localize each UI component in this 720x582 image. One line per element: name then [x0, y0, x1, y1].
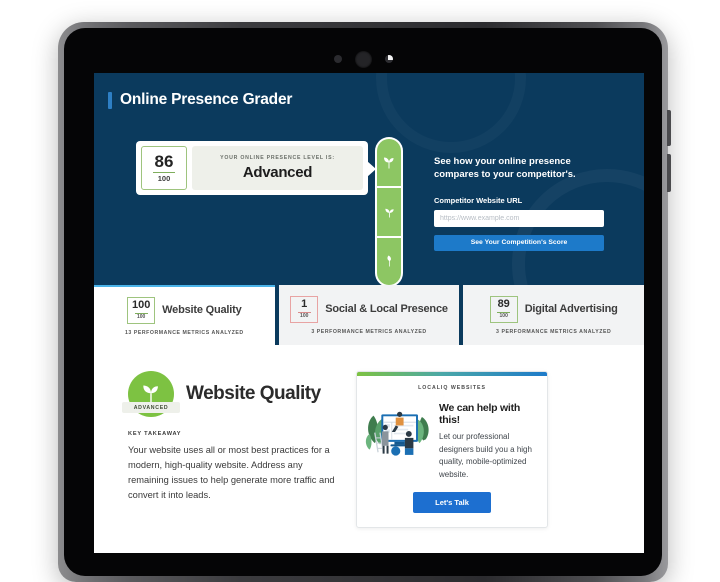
ambient-light-sensor-icon	[333, 55, 342, 63]
category-tabs: 100 100 Website Quality 13 PERFORMANCE M…	[94, 285, 644, 345]
promo-body: We can help with this! Let our professio…	[357, 396, 547, 482]
banner-arrow-icon	[367, 161, 376, 177]
promo-text: We can help with this! Let our professio…	[439, 396, 537, 482]
seedling-icon	[384, 208, 394, 218]
category-label: Digital Advertising	[524, 302, 618, 315]
overall-score-box: 86 100	[141, 146, 187, 190]
tab-content-row: 1 100 Social & Local Presence	[290, 295, 448, 323]
score-divider	[153, 172, 175, 174]
category-metrics-text: 3 PERFORMANCE METRICS ANALYZED	[311, 328, 427, 335]
promo-card: LOCALIQ WEBSITES We can help with this! …	[356, 371, 548, 528]
promo-illustration	[363, 396, 435, 482]
presence-level-eyebrow: YOUR ONLINE PRESENCE LEVEL IS:	[220, 155, 335, 161]
lets-talk-button[interactable]: Let's Talk	[413, 491, 491, 513]
app-viewport: Online Presence Grader 86 100 YOUR ONLIN…	[94, 73, 644, 553]
tab-social-local-presence[interactable]: 1 100 Social & Local Presence 3 PERFORMA…	[278, 285, 460, 345]
competitor-heading: See how your online presence compares to…	[434, 156, 576, 181]
grade-badge: ADVANCED	[122, 371, 180, 417]
category-metrics-text: 13 PERFORMANCE METRICS ANALYZED	[124, 329, 244, 336]
tab-content-row: 89 100 Digital Advertising	[489, 295, 618, 323]
device-camera-row	[64, 50, 662, 68]
competitor-url-input[interactable]	[434, 209, 604, 227]
presence-level-value: Advanced	[242, 164, 313, 181]
detail-title: Website Quality	[186, 383, 321, 404]
grade-badge-label: ADVANCED	[122, 402, 180, 413]
category-score-box: 1 100	[290, 295, 319, 323]
category-score-value: 1	[301, 298, 308, 310]
category-score-denominator: 100	[137, 314, 146, 320]
key-takeaway-body: Your website uses all or most best pract…	[128, 445, 335, 501]
tab-website-quality[interactable]: 100 100 Website Quality 13 PERFORMANCE M…	[94, 285, 275, 345]
category-score-value: 89	[497, 298, 510, 310]
overall-score-denominator: 100	[157, 174, 171, 184]
key-takeaway-label: KEY TAKEAWAY	[128, 431, 182, 437]
detail-section: ADVANCED Website Quality KEY TAKEAWAY Yo…	[94, 345, 644, 528]
category-label: Website Quality	[162, 303, 242, 316]
tab-digital-advertising[interactable]: 89 100 Digital Advertising 3 PERFORMANCE…	[463, 285, 644, 345]
tab-content-row: 100 100 Website Quality	[127, 296, 242, 324]
ladder-segment-intermediate[interactable]	[377, 188, 401, 236]
hero-header: Online Presence Grader 86 100 YOUR ONLIN…	[94, 73, 644, 285]
category-score-value: 100	[131, 299, 151, 311]
page-title: Online Presence Grader	[120, 91, 293, 108]
presence-level-panel: YOUR ONLINE PRESENCE LEVEL IS: Advanced	[192, 146, 363, 190]
overall-score-value: 86	[154, 152, 174, 172]
sprout-icon	[384, 157, 394, 169]
leaf-icon	[386, 255, 391, 267]
sprout-icon	[143, 385, 158, 403]
promo-heading: We can help with this!	[439, 402, 520, 426]
tablet-device-frame: Online Presence Grader 86 100 YOUR ONLIN…	[58, 22, 671, 582]
detail-left-column: ADVANCED Website Quality KEY TAKEAWAY Yo…	[122, 371, 338, 528]
see-competition-score-button[interactable]: See Your Competition's Score	[434, 234, 604, 251]
proximity-sensor-icon	[384, 55, 393, 63]
ladder-segment-advanced[interactable]	[377, 139, 401, 187]
ladder-segment-beginner[interactable]	[377, 237, 401, 285]
presence-level-ladder	[375, 137, 403, 285]
detail-heading-row: ADVANCED Website Quality	[122, 371, 338, 417]
category-score-box: 100 100	[127, 296, 156, 324]
competitor-comparison-panel: See how your online presence compares to…	[434, 155, 604, 251]
competitor-url-label: Competitor Website URL	[434, 195, 523, 205]
category-score-box: 89 100	[489, 295, 518, 323]
web-design-illustration-icon	[365, 411, 429, 456]
overall-score-banner: 86 100 YOUR ONLINE PRESENCE LEVEL IS: Ad…	[136, 141, 376, 195]
category-score-denominator: 100	[499, 313, 508, 319]
title-accent-bar	[108, 91, 112, 109]
promo-copy: Let our professional designers build you…	[439, 432, 532, 479]
category-score-denominator: 100	[300, 313, 309, 319]
device-screen-bezel: Online Presence Grader 86 100 YOUR ONLIN…	[64, 28, 662, 576]
category-metrics-text: 3 PERFORMANCE METRICS ANALYZED	[496, 328, 612, 335]
page-title-wrap: Online Presence Grader	[94, 73, 644, 109]
device-power-button[interactable]	[667, 154, 671, 192]
front-camera-icon	[354, 50, 372, 68]
category-label: Social & Local Presence	[325, 302, 448, 315]
device-volume-button[interactable]	[667, 110, 671, 146]
promo-brand-label: LOCALIQ WEBSITES	[418, 385, 486, 391]
